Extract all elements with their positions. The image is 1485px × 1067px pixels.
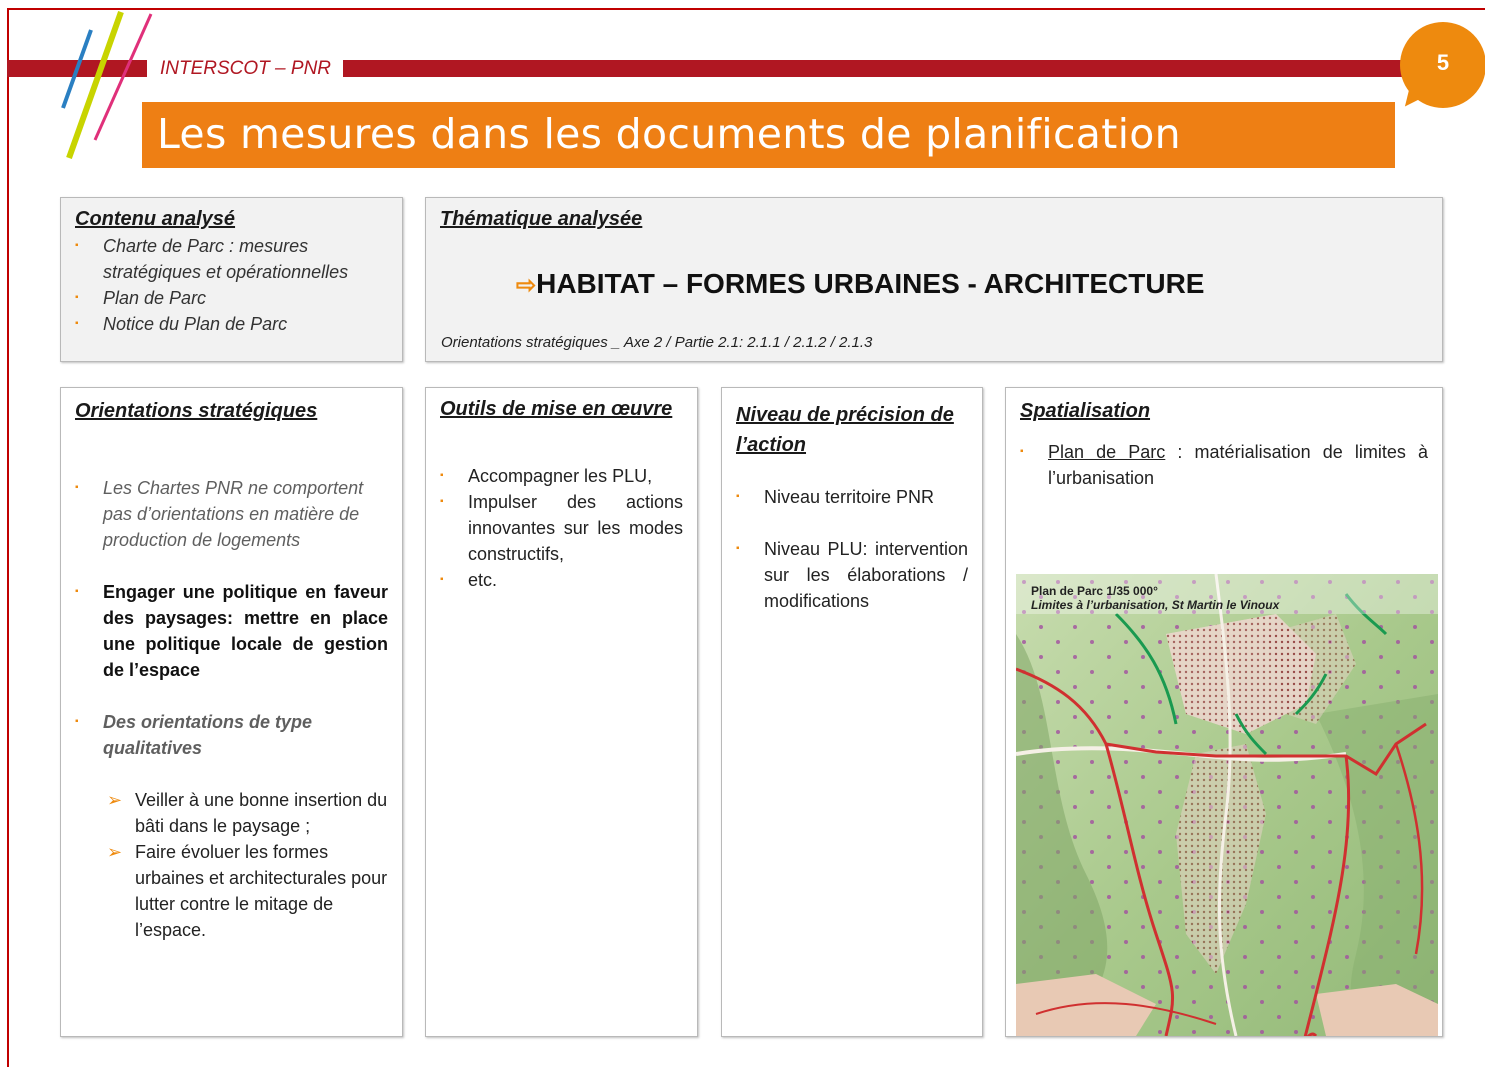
theme-line: ⇨HABITAT – FORMES URBAINES - ARCHITECTUR… xyxy=(516,268,1204,300)
list-item: Impulser des actions innovantes sur les … xyxy=(440,489,683,567)
map-caption-title: Plan de Parc 1/35 000° xyxy=(1031,584,1158,598)
page-number: 5 xyxy=(1436,50,1450,75)
list-item: Veiller à une bonne insertion du bâti da… xyxy=(105,787,388,839)
spatialisation-list: Plan de Parc : matérialisation de limite… xyxy=(1020,439,1428,491)
orientations-box: Orientations stratégiques Les Chartes PN… xyxy=(60,387,403,1037)
arrow-right-icon: ⇨ xyxy=(516,272,537,299)
outils-heading: Outils de mise en œuvre xyxy=(440,398,673,420)
page-number-badge: 5 xyxy=(1400,22,1485,108)
thematique-heading: Thématique analysée xyxy=(440,208,643,230)
list-item: Des orientations de type qualitatives xyxy=(75,709,388,761)
plan-de-parc-map: Plan de Parc 1/35 000° Limites à l’urban… xyxy=(1016,574,1438,1036)
plan-de-parc-link[interactable]: Plan de Parc xyxy=(1048,442,1165,462)
list-item: Faire évoluer les formes urbaines et arc… xyxy=(105,839,388,943)
list-item: Notice du Plan de Parc xyxy=(75,311,388,337)
list-item: Plan de Parc : matérialisation de limite… xyxy=(1020,439,1428,491)
spatialisation-heading: Spatialisation xyxy=(1020,400,1151,422)
title-banner: Les mesures dans les documents de planif… xyxy=(142,102,1395,168)
list-item: Niveau territoire PNR xyxy=(736,484,968,510)
list-item: Accompagner les PLU, xyxy=(440,463,683,489)
page-title: Les mesures dans les documents de planif… xyxy=(157,110,1181,158)
orientations-sublist: Veiller à une bonne insertion du bâti da… xyxy=(105,787,388,943)
thematique-box: Thématique analysée ⇨HABITAT – FORMES UR… xyxy=(425,197,1443,362)
contenu-list: Charte de Parc : mesures stratégiques et… xyxy=(75,233,388,337)
theme-title: HABITAT – FORMES URBAINES - ARCHITECTURE xyxy=(536,268,1205,299)
outils-list: Accompagner les PLU, Impulser des action… xyxy=(440,463,683,593)
list-item: Charte de Parc : mesures stratégiques et… xyxy=(75,233,388,285)
list-item: Les Chartes PNR ne comportent pas d’orie… xyxy=(75,475,388,553)
list-item: etc. xyxy=(440,567,683,593)
contenu-box: Contenu analysé Charte de Parc : mesures… xyxy=(60,197,403,362)
list-item: Niveau PLU: intervention sur les élabora… xyxy=(736,536,968,614)
brand-label: INTERSCOT – PNR xyxy=(160,58,332,79)
outils-box: Outils de mise en œuvre Accompagner les … xyxy=(425,387,698,1037)
niveau-list: Niveau territoire PNR Niveau PLU: interv… xyxy=(736,484,968,614)
orientations-list: Les Chartes PNR ne comportent pas d’orie… xyxy=(75,475,388,761)
map-graphic xyxy=(1016,574,1438,1036)
orientations-heading: Orientations stratégiques xyxy=(75,400,318,422)
contenu-heading: Contenu analysé xyxy=(75,208,236,230)
orientations-reference: Orientations stratégiques _ Axe 2 / Part… xyxy=(441,334,873,351)
niveau-box: Niveau de précision de l’action Niveau t… xyxy=(721,387,983,1037)
niveau-heading: Niveau de précision de l’action xyxy=(736,404,954,456)
list-item: Plan de Parc xyxy=(75,285,388,311)
list-item: Engager une politique en faveur des pays… xyxy=(75,579,388,683)
map-caption-subtitle: Limites à l’urbanisation, St Martin le V… xyxy=(1031,598,1280,612)
header-bar-right xyxy=(343,60,1405,77)
